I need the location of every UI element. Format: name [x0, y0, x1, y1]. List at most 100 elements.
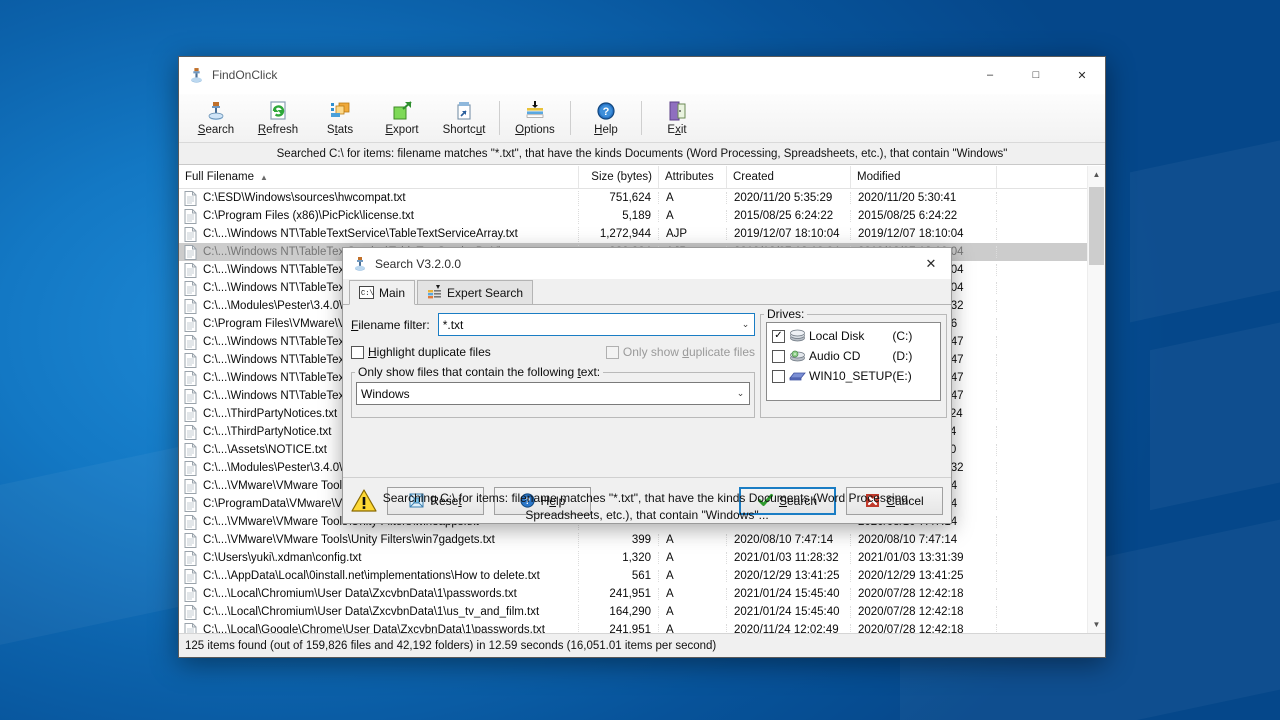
- cell-full-filename: C:\...\VMware\VMware Tools\Unity Filters…: [179, 532, 579, 548]
- file-path-text: C:\...\ThirdPartyNotices.txt: [203, 408, 338, 420]
- drive-letter-label: (E:): [892, 369, 912, 383]
- column-header-attributes[interactable]: Attributes: [659, 166, 727, 188]
- text-file-icon: [184, 478, 197, 494]
- text-file-icon: [184, 424, 197, 440]
- cell-size: 399: [579, 534, 659, 546]
- table-row[interactable]: C:\...\Local\Chromium\User Data\ZxcvbnDa…: [179, 585, 1105, 603]
- findonclick-icon: [355, 256, 365, 271]
- drive-checkbox[interactable]: [772, 369, 785, 383]
- duplicate-options-row: Highlight duplicate files Only show dupl…: [351, 345, 755, 359]
- refresh-icon: [266, 100, 290, 122]
- stats-icon: [331, 102, 350, 117]
- table-row[interactable]: C:\...\Windows NT\TableTextService\Table…: [179, 225, 1105, 243]
- scroll-down-icon[interactable]: ▼: [1088, 616, 1105, 633]
- column-header-modified[interactable]: Modified: [851, 166, 997, 188]
- vertical-scrollbar[interactable]: ▲ ▼: [1087, 166, 1105, 633]
- cell-full-filename: C:\Users\yuki\.xdman\config.txt: [179, 550, 579, 566]
- table-row[interactable]: C:\...\Local\Google\Chrome\User Data\Zxc…: [179, 621, 1105, 633]
- dialog-status-message: Searching C:\ for items: filename matche…: [351, 485, 943, 529]
- text-file-icon: [184, 442, 197, 458]
- maximize-button[interactable]: □: [1013, 57, 1059, 93]
- file-path-text: C:\Program Files (x86)\PicPick\license.t…: [203, 210, 414, 222]
- contains-text-legend: Only show files that contain the followi…: [358, 365, 601, 379]
- drive-checkbox[interactable]: ✓: [772, 329, 785, 343]
- dialog-close-button[interactable]: ✕: [911, 248, 951, 279]
- chevron-down-icon[interactable]: ⌄: [732, 388, 749, 399]
- drives-list[interactable]: ✓ Local Disk (C:) Audio CD (D:) WIN10_SETU…: [766, 322, 942, 401]
- cell-modified: 2021/01/03 13:31:39: [851, 552, 997, 564]
- table-row[interactable]: C:\...\AppData\Local\0install.net\implem…: [179, 567, 1105, 585]
- shortcut-icon: [457, 101, 471, 120]
- column-header-label: Created: [733, 171, 774, 183]
- minimize-button[interactable]: –: [967, 57, 1013, 93]
- text-file-icon: [184, 370, 197, 386]
- sort-ascending-icon: ▲: [260, 172, 268, 182]
- tab-expert-search[interactable]: Expert Search: [417, 280, 534, 304]
- scroll-up-icon[interactable]: ▲: [1088, 166, 1105, 183]
- filename-filter-value-wrap[interactable]: *.txt: [439, 318, 737, 332]
- file-path-text: C:\...\Windows NT\TableTextService\Table…: [203, 228, 518, 240]
- file-path-text: C:\...\Assets\NOTICE.txt: [203, 444, 327, 456]
- tab-main[interactable]: C:\ Main: [349, 280, 416, 305]
- contains-text-input[interactable]: Windows: [357, 387, 732, 401]
- harddisk-icon: [790, 329, 805, 342]
- toolbar-button-refresh[interactable]: Refresh: [247, 95, 309, 141]
- column-header-created[interactable]: Created: [727, 166, 851, 188]
- highlight-duplicates-checkbox[interactable]: [351, 345, 364, 359]
- cell-modified: 2020/07/28 12:42:18: [851, 588, 997, 600]
- cell-size: 1,272,944: [579, 228, 659, 240]
- text-file-icon: [184, 460, 197, 476]
- toolbar-button-stats[interactable]: Stats: [309, 95, 371, 141]
- contains-text-combobox[interactable]: Windows ⌄: [356, 382, 750, 405]
- cell-modified: 2020/08/10 7:47:14: [851, 534, 997, 546]
- cell-size: 5,189: [579, 210, 659, 222]
- cell-created: 2019/12/07 18:10:04: [727, 228, 851, 240]
- drive-item-c[interactable]: ✓ Local Disk (C:): [769, 326, 938, 346]
- drive-name-label: Local Disk: [809, 329, 865, 343]
- refresh-icon: [270, 100, 286, 120]
- drive-item-d[interactable]: Audio CD (D:): [769, 346, 938, 366]
- filename-filter-combobox[interactable]: *.txt ⌄: [437, 313, 755, 336]
- column-header-full-filename[interactable]: Full Filename ▲: [179, 166, 579, 188]
- cell-modified: 2019/12/07 18:10:04: [851, 228, 997, 240]
- search-description: Searched C:\ for items: filename matches…: [179, 143, 1105, 165]
- svg-text:?: ?: [603, 106, 610, 118]
- file-path-text: C:\...\VMware\VMware Tools\Unity Filters…: [203, 534, 495, 546]
- drive-item-e[interactable]: WIN10_SETUP (E:): [769, 366, 938, 386]
- drive-checkbox[interactable]: [772, 349, 785, 363]
- toolbar-button-shortcut[interactable]: Shortcut: [433, 95, 495, 141]
- table-row[interactable]: C:\...\VMware\VMware Tools\Unity Filters…: [179, 531, 1105, 549]
- toolbar-button-export[interactable]: Export: [371, 95, 433, 141]
- toolbar-button-help[interactable]: ? Help: [575, 95, 637, 141]
- search-dialog: Search V3.2.0.0 ✕ C:\ Main Expert Search…: [342, 247, 952, 524]
- chevron-down-icon[interactable]: ⌄: [737, 319, 754, 330]
- cell-full-filename: C:\...\AppData\Local\0install.net\implem…: [179, 568, 579, 584]
- column-header-label: Size (bytes): [591, 171, 652, 183]
- table-row[interactable]: C:\Program Files (x86)\PicPick\license.t…: [179, 207, 1105, 225]
- only-show-duplicates-checkbox: [605, 345, 619, 359]
- exit-icon: [669, 101, 686, 120]
- cell-size: 164,290: [579, 606, 659, 618]
- filename-filter-input[interactable]: *.txt: [443, 318, 464, 332]
- cell-full-filename: C:\...\Local\Google\Chrome\User Data\Zxc…: [179, 622, 579, 633]
- table-row[interactable]: C:\ESD\Windows\sources\hwcompat.txt 751,6…: [179, 189, 1105, 207]
- help-icon: ?: [597, 101, 615, 120]
- toolbar-button-exit[interactable]: Exit: [646, 95, 708, 141]
- scrollbar-thumb[interactable]: [1089, 187, 1104, 265]
- cell-size: 241,951: [579, 588, 659, 600]
- cell-full-filename: C:\...\Windows NT\TableTextService\Table…: [179, 226, 579, 242]
- findonclick-icon: [191, 67, 202, 83]
- close-button[interactable]: ✕: [1059, 57, 1105, 93]
- text-file-icon: [184, 280, 197, 296]
- toolbar-button-search[interactable]: Search: [185, 95, 247, 141]
- cell-attributes: A: [659, 606, 727, 618]
- table-row[interactable]: C:\...\Local\Chromium\User Data\ZxcvbnDa…: [179, 603, 1105, 621]
- text-file-icon: [184, 244, 197, 260]
- cell-modified: 2020/11/20 5:30:41: [851, 192, 997, 204]
- toolbar-button-label: Shortcut: [442, 123, 486, 136]
- scrollbar-track[interactable]: [1088, 183, 1105, 616]
- toolbar-button-label: Search: [197, 123, 235, 136]
- toolbar-button-options[interactable]: Options: [504, 95, 566, 141]
- table-row[interactable]: C:\Users\yuki\.xdman\config.txt 1,320 A 202…: [179, 549, 1105, 567]
- column-header-size-bytes[interactable]: Size (bytes): [579, 166, 659, 188]
